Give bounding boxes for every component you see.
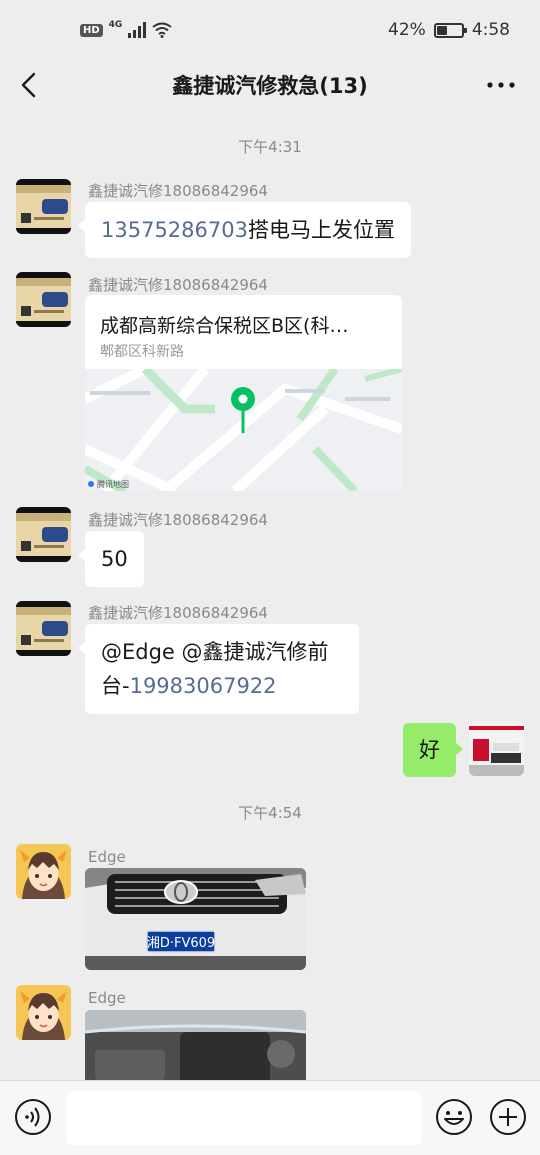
voice-icon[interactable] xyxy=(14,1098,52,1136)
avatar-edge[interactable] xyxy=(16,985,71,1040)
avatar-business-card[interactable] xyxy=(16,507,71,562)
map-provider-label: 腾讯地图 xyxy=(97,479,129,489)
hd-badge: HD xyxy=(80,23,103,37)
emoji-icon[interactable] xyxy=(435,1098,473,1136)
timestamp: 下午4:54 xyxy=(238,804,302,822)
status-bar: HD 4G 42% 4:58 xyxy=(0,0,540,62)
status-right: 42% 4:58 xyxy=(388,20,510,40)
clock: 4:58 xyxy=(471,20,510,40)
status-left: HD 4G xyxy=(80,20,172,38)
nav-bar: 鑫捷诚汽修救急(13) xyxy=(0,62,540,108)
message-bubble[interactable]: @Edge @鑫捷诚汽修前台-19983067922 xyxy=(78,624,359,714)
timestamp: 下午4:31 xyxy=(238,138,302,156)
battery-icon xyxy=(433,22,467,38)
page-title: 鑫捷诚汽修救急(13) xyxy=(172,74,368,98)
sender-name: 鑫捷诚汽修18086842964 xyxy=(88,276,268,294)
message-input[interactable] xyxy=(66,1091,422,1145)
sender-name: 鑫捷诚汽修18086842964 xyxy=(88,604,268,622)
message-bubble[interactable]: 13575286703搭电马上发位置 xyxy=(78,202,411,258)
photo-message-car[interactable]: 湘D·FV609 xyxy=(85,868,306,970)
avatar-business-card[interactable] xyxy=(16,601,71,656)
location-address: 郫都区科新路 xyxy=(100,344,184,360)
sender-name: Edge xyxy=(88,989,126,1007)
phone-link[interactable]: 19983067922 xyxy=(130,674,277,698)
sender-name: 鑫捷诚汽修18086842964 xyxy=(88,182,268,200)
my-message-bubble[interactable]: 好 xyxy=(403,723,463,777)
message-bubble[interactable]: 50 xyxy=(78,531,144,587)
wifi-icon xyxy=(152,22,172,38)
message-text-prefix: 台- xyxy=(101,674,130,698)
avatar-business-card[interactable] xyxy=(16,272,71,327)
phone-link[interactable]: 13575286703 xyxy=(101,218,248,242)
avatar-business-card[interactable] xyxy=(16,179,71,234)
location-card[interactable]: 成都高新综合保税区B区(科… 郫都区科新路 腾讯地图 xyxy=(85,295,402,491)
more-icon[interactable] xyxy=(484,70,518,100)
signal-icon xyxy=(128,22,147,38)
input-bar xyxy=(0,1080,540,1155)
avatar-edge[interactable] xyxy=(16,844,71,899)
location-name: 成都高新综合保税区B区(科… xyxy=(100,315,349,337)
plus-icon[interactable] xyxy=(489,1098,527,1136)
my-avatar[interactable] xyxy=(469,721,524,776)
message-text: 好 xyxy=(419,738,440,762)
license-plate: 湘D·FV609 xyxy=(147,936,215,951)
sender-name: Edge xyxy=(88,848,126,866)
network-type: 4G xyxy=(108,20,123,30)
map-preview: 腾讯地图 xyxy=(85,369,402,491)
sender-name: 鑫捷诚汽修18086842964 xyxy=(88,511,268,529)
message-text: 50 xyxy=(101,547,128,571)
chat-area[interactable]: 下午4:31 鑫捷诚汽修18086842964 13575286703搭电马上发… xyxy=(0,108,540,1080)
message-text: 搭电马上发位置 xyxy=(247,218,395,242)
photo-message-dashboard[interactable] xyxy=(85,1010,306,1080)
battery-percent: 42% xyxy=(388,20,426,40)
message-text: @Edge @鑫捷诚汽修前 xyxy=(101,640,329,664)
